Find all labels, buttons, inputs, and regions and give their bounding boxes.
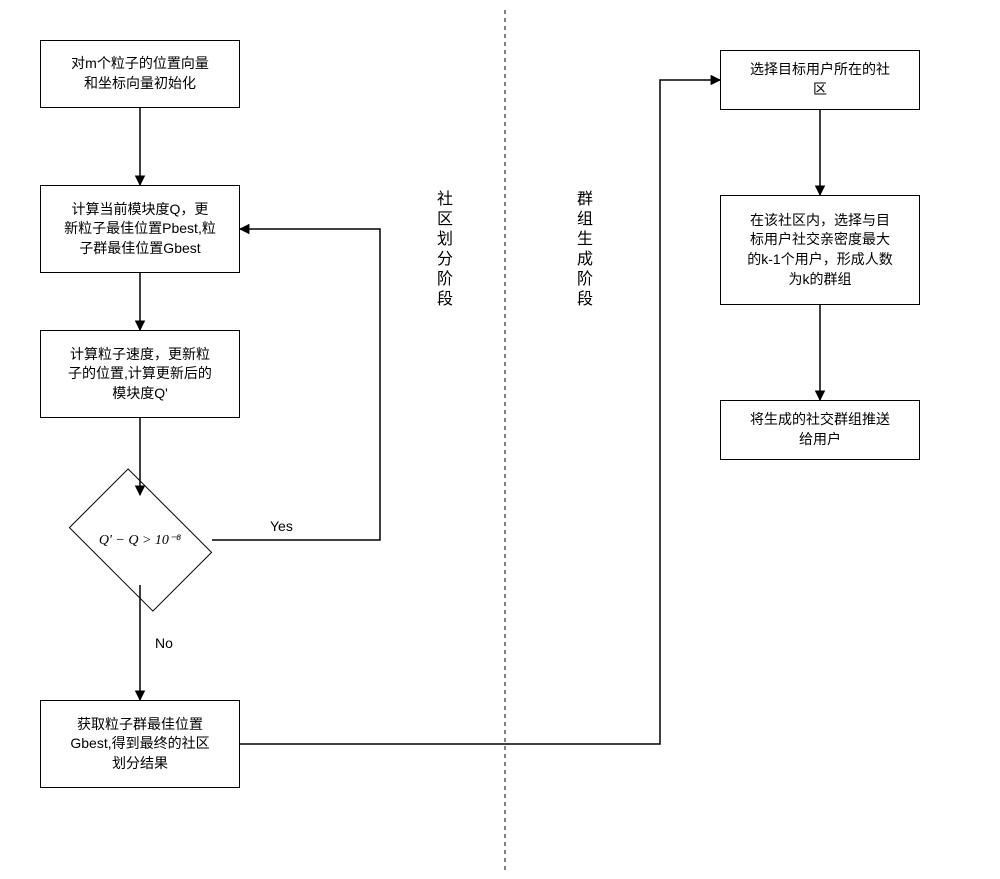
node-result-text: 获取粒子群最佳位置Gbest,得到最终的社区划分结果 bbox=[70, 715, 209, 774]
node-result: 获取粒子群最佳位置Gbest,得到最终的社区划分结果 bbox=[40, 700, 240, 788]
node-formK-text: 在该社区内，选择与目标用户社交亲密度最大的k-1个用户，形成人数为k的群组 bbox=[747, 211, 892, 289]
edge-label-yes: Yes bbox=[270, 518, 293, 534]
edge-label-no: No bbox=[155, 635, 173, 651]
node-cond: Q' − Q > 10⁻⁸ bbox=[55, 480, 225, 600]
node-cond-text: Q' − Q > 10⁻⁸ bbox=[99, 532, 181, 549]
node-calcQ: 计算当前模块度Q，更新粒子最佳位置Pbest,粒子群最佳位置Gbest bbox=[40, 185, 240, 273]
node-formK: 在该社区内，选择与目标用户社交亲密度最大的k-1个用户，形成人数为k的群组 bbox=[720, 195, 920, 305]
node-update-text: 计算粒子速度，更新粒子的位置,计算更新后的模块度Q' bbox=[68, 345, 212, 404]
node-init: 对m个粒子的位置向量和坐标向量初始化 bbox=[40, 40, 240, 108]
node-calcQ-text: 计算当前模块度Q，更新粒子最佳位置Pbest,粒子群最佳位置Gbest bbox=[64, 200, 216, 259]
phase-label-left: 社区划分阶段 bbox=[430, 190, 454, 310]
flowchart-canvas: 对m个粒子的位置向量和坐标向量初始化 计算当前模块度Q，更新粒子最佳位置Pbes… bbox=[0, 0, 1000, 879]
node-push: 将生成的社交群组推送给用户 bbox=[720, 400, 920, 460]
node-select: 选择目标用户所在的社区 bbox=[720, 50, 920, 110]
phase-label-right: 群组生成阶段 bbox=[570, 190, 594, 310]
node-push-text: 将生成的社交群组推送给用户 bbox=[750, 410, 890, 449]
node-update: 计算粒子速度，更新粒子的位置,计算更新后的模块度Q' bbox=[40, 330, 240, 418]
node-select-text: 选择目标用户所在的社区 bbox=[750, 60, 890, 99]
node-init-text: 对m个粒子的位置向量和坐标向量初始化 bbox=[71, 54, 209, 93]
